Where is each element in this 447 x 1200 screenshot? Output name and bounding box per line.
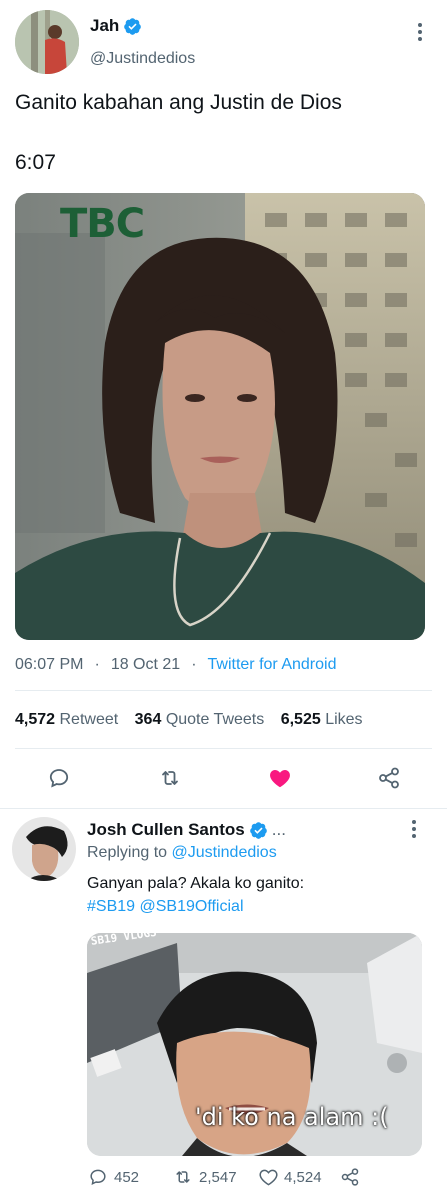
- hashtag-link[interactable]: #SB19: [87, 898, 135, 915]
- image-caption: 'di ko na alam :(: [195, 1103, 389, 1131]
- reply-photo[interactable]: SB19 VLOGS 'di ko na alam :(: [87, 933, 422, 1156]
- likes-stat[interactable]: 6,525 Likes: [281, 711, 363, 728]
- reply-avatar-photo: [12, 817, 76, 881]
- replying-to-label: Replying to: [87, 844, 168, 861]
- photo-overlay-text: TBC: [60, 201, 145, 247]
- quotes-count: 364: [134, 711, 162, 728]
- author-avatar[interactable]: [15, 10, 79, 74]
- retweet-button[interactable]: [157, 766, 183, 790]
- separator-dot: ·: [191, 656, 197, 673]
- truncated-handle: ...: [271, 820, 286, 839]
- tweet-photo[interactable]: TBC: [15, 193, 425, 640]
- reply-more-options-icon[interactable]: [404, 817, 424, 841]
- share-icon: [341, 1168, 359, 1186]
- retweets-stat[interactable]: 4,572 Retweet: [15, 711, 123, 728]
- more-options-icon[interactable]: [410, 20, 430, 44]
- tweet-text: Ganito kabahan ang Justin de Dios: [15, 91, 342, 114]
- heart-icon: [259, 1169, 278, 1186]
- likes-count: 6,525: [280, 711, 321, 728]
- share-button[interactable]: [377, 766, 401, 790]
- reply-like-button[interactable]: 4,524: [258, 1167, 322, 1187]
- likes-label: Likes: [325, 711, 363, 728]
- tweet-date[interactable]: 18 Oct 21: [111, 656, 180, 674]
- quotes-stat[interactable]: 364 Quote Tweets: [135, 711, 269, 728]
- share-icon: [379, 767, 399, 789]
- thread-divider: [0, 808, 447, 809]
- reply-button[interactable]: [47, 766, 71, 790]
- divider: [15, 748, 432, 749]
- divider: [15, 690, 432, 691]
- author-handle[interactable]: @Justindedios: [90, 50, 195, 68]
- replying-to-handle[interactable]: @Justindedios: [172, 844, 277, 861]
- heart-filled-icon: [270, 770, 290, 788]
- reply-icon: [49, 769, 69, 788]
- quotes-label: Quote Tweets: [165, 711, 265, 728]
- author-name[interactable]: Jah: [90, 16, 119, 36]
- verified-badge-icon: [249, 821, 267, 839]
- retweet-icon: [162, 771, 178, 785]
- reply-text: Ganyan pala? Akala ko ganito:: [87, 875, 305, 892]
- like-count: 4,524: [284, 1168, 322, 1186]
- reply-icon: [90, 1169, 106, 1185]
- avatar-photo: [15, 10, 79, 74]
- separator-dot: ·: [94, 656, 100, 673]
- tweet-time[interactable]: 06:07 PM: [15, 656, 83, 674]
- reply-count: 452: [114, 1168, 140, 1186]
- tweet-text-line2: 6:07: [15, 151, 56, 174]
- reply-share-button[interactable]: [340, 1167, 360, 1187]
- verified-badge-icon: [124, 17, 142, 35]
- tweet-source[interactable]: Twitter for Android: [208, 656, 337, 674]
- reply-author-avatar[interactable]: [12, 817, 76, 881]
- retweets-count: 4,572: [15, 711, 56, 728]
- like-button[interactable]: [267, 766, 293, 790]
- mention-link[interactable]: @SB19Official: [140, 898, 244, 915]
- retweet-count: 2,547: [199, 1168, 237, 1186]
- reply-retweet-button[interactable]: 2,547: [172, 1167, 237, 1187]
- retweets-label: Retweet: [59, 711, 119, 728]
- reply-author-name[interactable]: Josh Cullen Santos: [87, 820, 245, 840]
- retweet-icon: [176, 1171, 190, 1183]
- tweet-photo-art: [15, 193, 425, 640]
- reply-reply-button[interactable]: 452: [88, 1167, 139, 1187]
